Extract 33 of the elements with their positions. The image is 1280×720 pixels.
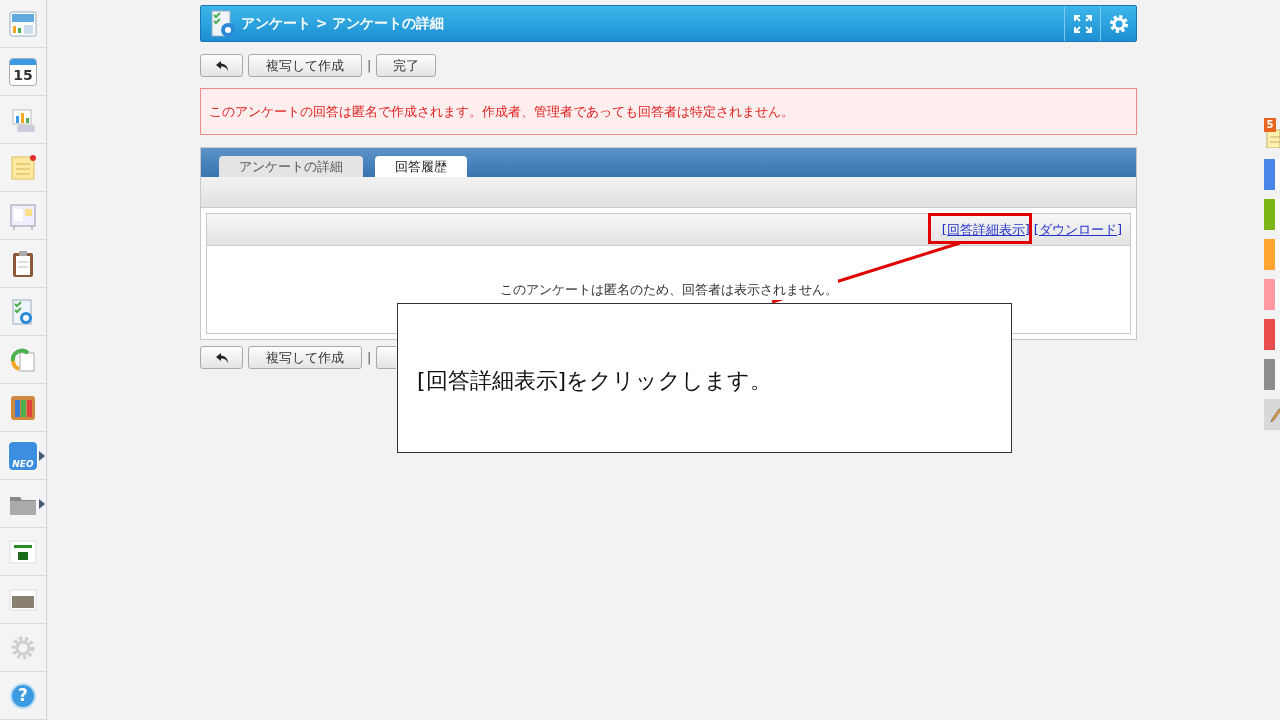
count-badge: 5: [1264, 118, 1276, 132]
callout-box: [回答詳細表示]をクリックします。: [397, 303, 1012, 453]
color-tab[interactable]: [1264, 279, 1280, 310]
pencil-icon: [1270, 407, 1280, 422]
survey-icon: [209, 8, 237, 39]
empty-message: このアンケートは匿名のため、回答者は表示されません。: [499, 280, 838, 300]
color-tab[interactable]: [1264, 199, 1280, 230]
settings-icon: [1107, 12, 1130, 35]
toolbar-button[interactable]: 完了: [376, 54, 437, 77]
back-arrow-icon: [214, 351, 229, 364]
toolbar-button[interactable]: 複写して作成: [248, 54, 362, 77]
pencil-tab[interactable]: [1264, 399, 1280, 430]
expand-icon: [1072, 13, 1093, 34]
link[interactable]: [ダウンロード]: [1031, 219, 1124, 240]
color-tab[interactable]: [1264, 239, 1280, 270]
warning-notice: このアンケートの回答は匿名で作成されます。作成者、管理者であっても回答者は特定されません。: [200, 88, 1137, 135]
back-button[interactable]: [200, 54, 243, 77]
toolbar-button[interactable]: [376, 346, 397, 369]
separator-label: |: [367, 348, 372, 367]
calendar-icon[interactable]: 15: [9, 57, 37, 86]
sticky-note-icon[interactable]: [8, 152, 38, 183]
portal-icon[interactable]: [8, 8, 38, 39]
color-tab[interactable]: [1264, 319, 1280, 350]
back-button[interactable]: [200, 346, 243, 369]
color-tab[interactable]: [1264, 359, 1280, 390]
tab[interactable]: 回答履歴: [375, 156, 467, 177]
back-arrow-icon: [214, 59, 229, 72]
toolbar-button[interactable]: 複写して作成: [248, 346, 362, 369]
color-tab[interactable]: [1264, 159, 1280, 190]
separator-label: |: [367, 56, 372, 75]
tab[interactable]: アンケートの詳細: [219, 156, 363, 177]
breadcrumb-title: アンケート > アンケートの詳細: [241, 14, 446, 33]
link[interactable]: [回答詳細表示]: [939, 219, 1032, 240]
